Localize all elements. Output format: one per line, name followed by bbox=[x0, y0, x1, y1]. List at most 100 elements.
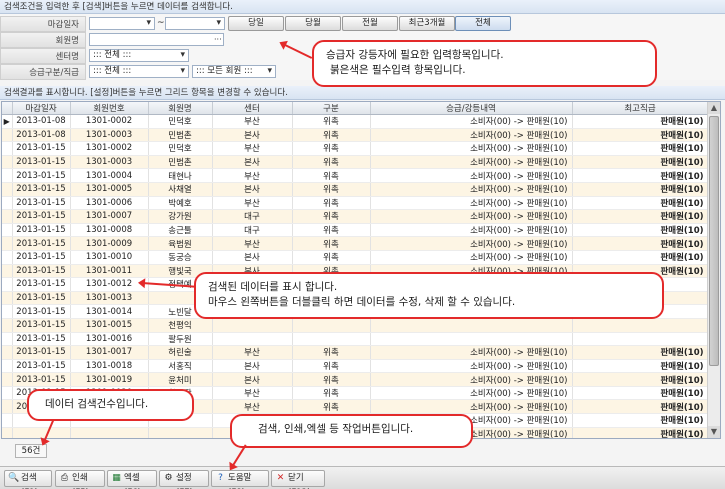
table-cell: 위촉 bbox=[292, 168, 371, 183]
table-cell: 2013-01-15 bbox=[12, 304, 71, 319]
btn-today[interactable]: 당일 bbox=[228, 16, 284, 31]
col-approve-date[interactable]: 마감일자 bbox=[12, 102, 71, 115]
member-name-input[interactable] bbox=[89, 33, 224, 46]
row-pointer-icon bbox=[2, 304, 13, 319]
grade-level-select[interactable]: ::: 모든 회원 ::: bbox=[192, 65, 276, 78]
table-row[interactable]: 2013-01-15 1301-0005 사채열 본사 위촉 소비자(00) -> 판매원… bbox=[2, 182, 709, 197]
member-lookup-icon[interactable]: ··· bbox=[214, 33, 222, 46]
table-cell: 2013-01-15 bbox=[12, 209, 71, 224]
row-pointer-icon bbox=[2, 345, 13, 360]
table-cell: 2013-01-15 bbox=[12, 372, 71, 387]
date-to-field[interactable] bbox=[165, 17, 225, 30]
date-from-field[interactable] bbox=[89, 17, 155, 30]
table-row[interactable]: 2013-01-15 1301-0010 동궁승 본사 위촉 소비자(00) -> 판매원… bbox=[2, 250, 709, 265]
table-row[interactable]: 2013-01-08 1301-0003 민범촌 본사 위촉 소비자(00) -> 판매원… bbox=[2, 128, 709, 143]
row-pointer-icon bbox=[2, 182, 13, 197]
table-cell: 본사 bbox=[212, 372, 293, 387]
grid-hint: 검색결과를 표시합니다. [설정]버튼을 누르면 그리드 항목을 변경할 수 있… bbox=[0, 86, 725, 100]
row-approve-date: 마감일자 ~ 당일 당월 전월 최근3개월 전체 bbox=[0, 16, 725, 32]
table-cell: 태현나 bbox=[148, 168, 213, 183]
table-row[interactable]: 2013-01-15 1301-0019 윤처미 본사 위촉 소비자(00) -> 판매원… bbox=[2, 372, 709, 387]
table-cell: 2013-01-15 bbox=[12, 264, 71, 279]
help-icon: ? bbox=[218, 473, 223, 483]
col-top-grade[interactable]: 최고직급 bbox=[572, 102, 709, 115]
table-row[interactable]: 2013-01-15 1301-0016 팔두원 bbox=[2, 332, 709, 347]
settings-button[interactable]: ⚙설정(F7) bbox=[159, 470, 209, 489]
btn-last-month[interactable]: 전월 bbox=[342, 16, 398, 31]
table-cell: 소비자(00) -> 판매원(10) bbox=[370, 114, 573, 129]
table-cell: 동궁승 bbox=[148, 250, 213, 265]
row-pointer-icon bbox=[2, 196, 13, 211]
table-cell: 윤처미 bbox=[148, 372, 213, 387]
print-button[interactable]: ⎙인쇄(F5) bbox=[55, 470, 105, 489]
table-cell: 부산 bbox=[212, 196, 293, 211]
grade-type-select[interactable]: ::: 전체 ::: bbox=[89, 65, 189, 78]
row-pointer-icon: ▶ bbox=[2, 114, 13, 129]
callout-arrow-buttons bbox=[231, 444, 247, 468]
row-pointer-icon bbox=[2, 141, 13, 156]
result-count: 56건 bbox=[15, 444, 47, 458]
scroll-down-icon[interactable]: ▼ bbox=[708, 426, 720, 438]
table-cell: 부산 bbox=[212, 345, 293, 360]
table-cell: 2013-01-15 bbox=[12, 318, 71, 333]
table-cell: 판매원(10) bbox=[572, 413, 709, 428]
table-row[interactable]: 2013-01-15 1301-0015 천평익 bbox=[2, 318, 709, 333]
close-button[interactable]: ✕닫기(F12) bbox=[271, 470, 325, 489]
table-cell bbox=[148, 427, 213, 438]
col-type[interactable]: 구분 bbox=[292, 102, 371, 115]
table-cell bbox=[572, 332, 709, 347]
table-row[interactable]: 2013-01-15 1301-0017 허린술 부산 위촉 소비자(00) -> 판매원… bbox=[2, 345, 709, 360]
table-cell: 2013-01-15 bbox=[12, 236, 71, 251]
btn-this-month[interactable]: 당월 bbox=[285, 16, 341, 31]
table-cell: 천평익 bbox=[148, 318, 213, 333]
table-cell: 팔두원 bbox=[148, 332, 213, 347]
excel-button[interactable]: ▦엑셀(F6) bbox=[107, 470, 157, 489]
table-cell: 1301-0015 bbox=[70, 318, 149, 333]
col-member-no[interactable]: 회원번호 bbox=[70, 102, 149, 115]
table-cell: 소비자(00) -> 판매원(10) bbox=[370, 236, 573, 251]
table-row[interactable]: 2013-01-15 1301-0018 서홍직 본사 위촉 소비자(00) -> 판매원… bbox=[2, 359, 709, 374]
table-cell: 소비자(00) -> 판매원(10) bbox=[370, 223, 573, 238]
table-row[interactable]: ▶ 2013-01-08 1301-0002 민덕호 부산 위촉 소비자(00) -> 판매… bbox=[2, 114, 709, 129]
btn-all[interactable]: 전체 bbox=[455, 16, 511, 31]
table-cell: 1301-0009 bbox=[70, 236, 149, 251]
search-button[interactable]: 🔍검색(F1) bbox=[4, 470, 52, 489]
scroll-thumb[interactable] bbox=[709, 116, 719, 366]
table-cell: 1301-0003 bbox=[70, 128, 149, 143]
col-history[interactable]: 승급/강등내역 bbox=[370, 102, 573, 115]
center-select[interactable]: ::: 전체 ::: bbox=[89, 49, 189, 62]
col-center[interactable]: 센터 bbox=[212, 102, 293, 115]
table-cell: 본사 bbox=[212, 250, 293, 265]
row-pointer-icon bbox=[2, 372, 13, 387]
scroll-up-icon[interactable]: ▲ bbox=[708, 102, 720, 114]
btn-recent-3-months[interactable]: 최근3개월 bbox=[399, 16, 455, 31]
table-cell: 판매원(10) bbox=[572, 155, 709, 170]
table-row[interactable]: 2013-01-15 1301-0009 육범원 부산 위촉 소비자(00) -> 판매원… bbox=[2, 236, 709, 251]
table-row[interactable]: 2013-01-15 1301-0006 박예호 부산 위촉 소비자(00) -> 판매원… bbox=[2, 196, 709, 211]
table-cell: 위촉 bbox=[292, 223, 371, 238]
table-row[interactable]: 2013-01-15 1301-0004 태현나 부산 위촉 소비자(00) -> 판매원… bbox=[2, 168, 709, 183]
close-icon: ✕ bbox=[276, 473, 285, 483]
table-row[interactable]: 2013-01-15 1301-0007 강가원 대구 위촉 소비자(00) -> 판매원… bbox=[2, 209, 709, 224]
table-row[interactable]: 2013-01-15 1301-0008 송근툴 대구 위촉 소비자(00) -> 판매원… bbox=[2, 223, 709, 238]
table-cell: 부산 bbox=[212, 141, 293, 156]
table-cell: 육범원 bbox=[148, 236, 213, 251]
table-cell: 소비자(00) -> 판매원(10) bbox=[370, 128, 573, 143]
table-cell: 1301-0012 bbox=[70, 277, 149, 292]
col-member-name[interactable]: 회원명 bbox=[148, 102, 213, 115]
table-cell: 2013-01-15 bbox=[12, 141, 71, 156]
table-row[interactable]: 2013-01-15 1301-0003 민범촌 본사 위촉 소비자(00) -> 판매원… bbox=[2, 155, 709, 170]
table-cell: 판매원(10) bbox=[572, 182, 709, 197]
table-cell: 2013-01-15 bbox=[12, 196, 71, 211]
row-pointer-icon bbox=[2, 359, 13, 374]
table-row[interactable]: 2013-01-15 1301-0002 민덕호 부산 위촉 소비자(00) -> 판매원… bbox=[2, 141, 709, 156]
table-cell bbox=[572, 318, 709, 333]
table-cell: 2013-01-15 bbox=[12, 332, 71, 347]
table-cell: 소비자(00) -> 판매원(10) bbox=[370, 141, 573, 156]
help-button[interactable]: ?도움말(F8) bbox=[211, 470, 269, 489]
table-cell: 위촉 bbox=[292, 372, 371, 387]
table-cell: 판매원(10) bbox=[572, 209, 709, 224]
table-cell: 소비자(00) -> 판매원(10) bbox=[370, 182, 573, 197]
row-pointer-icon bbox=[2, 427, 13, 438]
grid-scrollbar[interactable]: ▲ ▼ bbox=[707, 102, 720, 438]
